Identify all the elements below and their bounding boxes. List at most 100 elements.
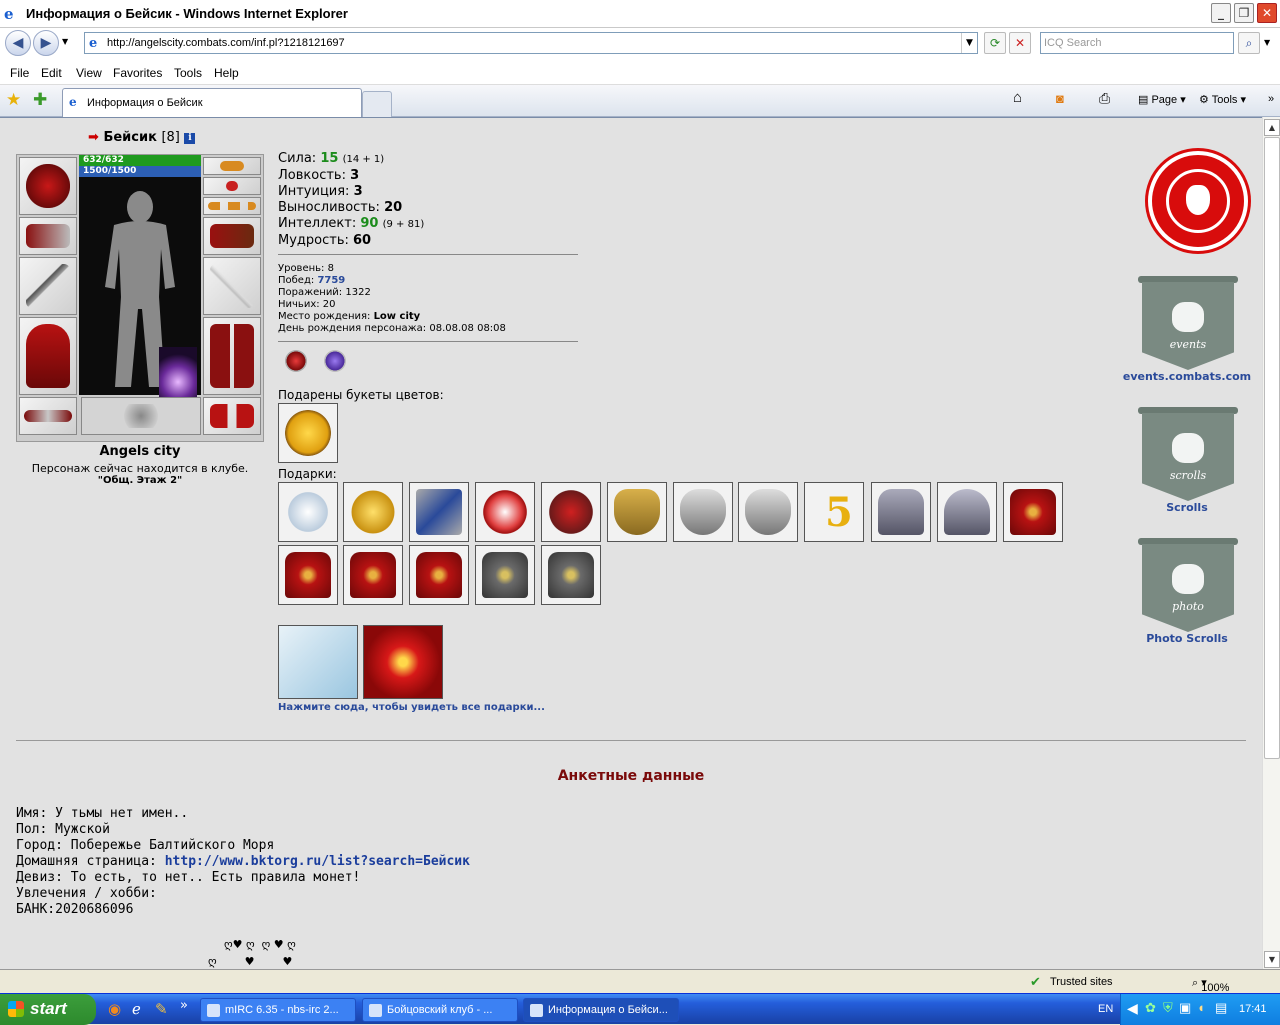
- menu-favorites[interactable]: Favorites: [113, 66, 162, 80]
- menu-tools[interactable]: Tools: [174, 66, 202, 80]
- scrolls-banner-text: scrolls: [1169, 469, 1207, 482]
- home-icon[interactable]: ⌂: [1013, 89, 1022, 106]
- gift-red-cloak-icon[interactable]: [343, 545, 403, 605]
- minimize-button[interactable]: _: [1211, 3, 1231, 23]
- tray-flower-icon[interactable]: ✿: [1145, 1000, 1156, 1016]
- gift-bull-icon[interactable]: [541, 482, 601, 542]
- menu-edit[interactable]: Edit: [41, 66, 62, 80]
- photo-scrolls-link[interactable]: Photo Scrolls: [1117, 632, 1257, 645]
- gift-gray-cloak-icon[interactable]: [475, 545, 535, 605]
- slot-weapon[interactable]: [19, 257, 77, 315]
- scrolls-banner[interactable]: scrolls: [1138, 407, 1238, 503]
- gift-snowman-icon[interactable]: [278, 482, 338, 542]
- start-button[interactable]: start: [0, 994, 96, 1025]
- gift-number-five-icon[interactable]: 5: [804, 482, 864, 542]
- forward-button[interactable]: ▶: [33, 30, 59, 56]
- tray-expand-icon[interactable]: ◀: [1127, 1000, 1138, 1017]
- slot-amulet[interactable]: [203, 177, 261, 195]
- history-dropdown-icon[interactable]: ▼: [62, 37, 68, 46]
- medal-purple-icon[interactable]: [324, 350, 346, 372]
- taskbar-item-combats[interactable]: Бойцовский клуб - ...: [362, 998, 518, 1022]
- url-dropdown-icon[interactable]: ▼: [961, 33, 977, 53]
- gift-statue-icon[interactable]: [871, 482, 931, 542]
- new-tab-button[interactable]: [362, 91, 392, 117]
- maximize-button[interactable]: ❐: [1234, 3, 1254, 23]
- medal-red-icon[interactable]: [285, 350, 307, 372]
- url-field[interactable]: e http://angelscity.combats.com/inf.pl?1…: [84, 32, 978, 54]
- profile-motto: Девиз: То есть, то нет.. Есть правила мо…: [16, 870, 361, 885]
- language-indicator[interactable]: EN: [1098, 1003, 1113, 1015]
- menu-file[interactable]: File: [10, 66, 29, 80]
- close-button[interactable]: ✕: [1257, 3, 1277, 23]
- print-icon[interactable]: ⎙: [1099, 90, 1110, 107]
- slot-rings[interactable]: [203, 197, 261, 215]
- slot-armor[interactable]: [19, 317, 77, 395]
- gift-gray-cloak-icon[interactable]: [541, 545, 601, 605]
- slot-gloves[interactable]: [203, 217, 261, 255]
- slot-earrings[interactable]: [203, 157, 261, 175]
- tray-network-icon[interactable]: ▣: [1179, 1000, 1191, 1016]
- lion-emblem-icon[interactable]: [1148, 151, 1248, 251]
- ie-icon: e: [4, 5, 14, 23]
- add-favorites-icon[interactable]: ✚: [33, 90, 47, 110]
- photo-scrolls-banner[interactable]: photo: [1138, 538, 1238, 634]
- menu-help[interactable]: Help: [214, 66, 239, 80]
- slot-boots[interactable]: [203, 397, 261, 435]
- zoom-control[interactable]: ⌕ 100% ▾: [1192, 976, 1229, 994]
- info-icon[interactable]: i: [184, 133, 196, 144]
- events-banner[interactable]: events: [1138, 276, 1238, 372]
- vertical-scrollbar[interactable]: ▲ ▼: [1262, 117, 1280, 969]
- scroll-down-arrow-icon[interactable]: ▼: [1264, 951, 1280, 968]
- menu-view[interactable]: View: [76, 66, 102, 80]
- arrow-icon[interactable]: ➡: [88, 130, 99, 145]
- gift-new-year-card-icon[interactable]: [278, 625, 358, 699]
- scrolls-link[interactable]: Scrolls: [1117, 501, 1257, 514]
- homepage-link[interactable]: http://www.bktorg.ru/list?search=Бейсик: [165, 854, 470, 869]
- refresh-button[interactable]: ⟳: [984, 32, 1006, 54]
- tools-menu[interactable]: ⚙ Tools ▾: [1199, 93, 1246, 106]
- taskbar-item-mirc[interactable]: mIRC 6.35 - nbs-irc 2...: [200, 998, 356, 1022]
- scroll-up-arrow-icon[interactable]: ▲: [1264, 119, 1280, 136]
- quicklaunch-more-icon[interactable]: »: [180, 998, 188, 1013]
- gift-skull-cup-icon[interactable]: [673, 482, 733, 542]
- tray-app-icon[interactable]: ▤: [1215, 1000, 1227, 1016]
- tray-shield-icon[interactable]: ⛨: [1163, 1000, 1173, 1016]
- slot-belt[interactable]: [19, 397, 77, 435]
- gift-red-cloak-icon[interactable]: [278, 545, 338, 605]
- flower-bouquet-icon[interactable]: [278, 403, 338, 463]
- slot-pants[interactable]: [203, 317, 261, 395]
- page-menu[interactable]: ▤ Page ▾: [1138, 93, 1186, 106]
- gift-red-bags-icon[interactable]: [363, 625, 443, 699]
- slot-bracers[interactable]: [19, 217, 77, 255]
- gift-frame-icon[interactable]: [409, 482, 469, 542]
- gift-coin-icon[interactable]: [343, 482, 403, 542]
- tab-current[interactable]: e Информация о Бейсик: [62, 88, 362, 117]
- firefox-icon[interactable]: ◉: [108, 1000, 121, 1018]
- gift-red-cloak-icon[interactable]: [409, 545, 469, 605]
- slot-shield[interactable]: [203, 257, 261, 315]
- search-icon[interactable]: ⌕: [1238, 32, 1260, 54]
- gift-red-cloak-icon[interactable]: [1003, 482, 1063, 542]
- scroll-thumb[interactable]: [1264, 137, 1280, 759]
- chevron-more-icon[interactable]: »: [1268, 93, 1274, 105]
- gift-golden-cup-icon[interactable]: [607, 482, 667, 542]
- section-divider: [16, 740, 1246, 741]
- back-button[interactable]: ◀: [5, 30, 31, 56]
- slot-helmet[interactable]: [19, 157, 77, 215]
- gift-statue-icon[interactable]: [937, 482, 997, 542]
- favorites-star-icon[interactable]: ★: [6, 90, 21, 110]
- feeds-icon[interactable]: ◙: [1056, 91, 1064, 106]
- tray-volume-icon[interactable]: ◖: [1197, 1000, 1205, 1015]
- all-gifts-link[interactable]: Нажмите сюда, чтобы увидеть все подарки.…: [278, 702, 545, 713]
- stop-button[interactable]: ✕: [1009, 32, 1031, 54]
- check-icon: ✔: [1030, 974, 1041, 989]
- record-losses: Поражений: 1322: [278, 287, 371, 298]
- taskbar-item-info[interactable]: Информация о Бейси...: [523, 998, 679, 1022]
- ie-quicklaunch-icon[interactable]: ℯ: [132, 1000, 141, 1018]
- search-input[interactable]: ICQ Search: [1040, 32, 1234, 54]
- events-link[interactable]: events.combats.com: [1117, 370, 1257, 383]
- pencil-icon[interactable]: ✎: [155, 1000, 168, 1018]
- gift-skull-cup-icon[interactable]: [738, 482, 798, 542]
- gift-crystal-ball-icon[interactable]: [475, 482, 535, 542]
- search-options-icon[interactable]: ▼: [1264, 38, 1270, 47]
